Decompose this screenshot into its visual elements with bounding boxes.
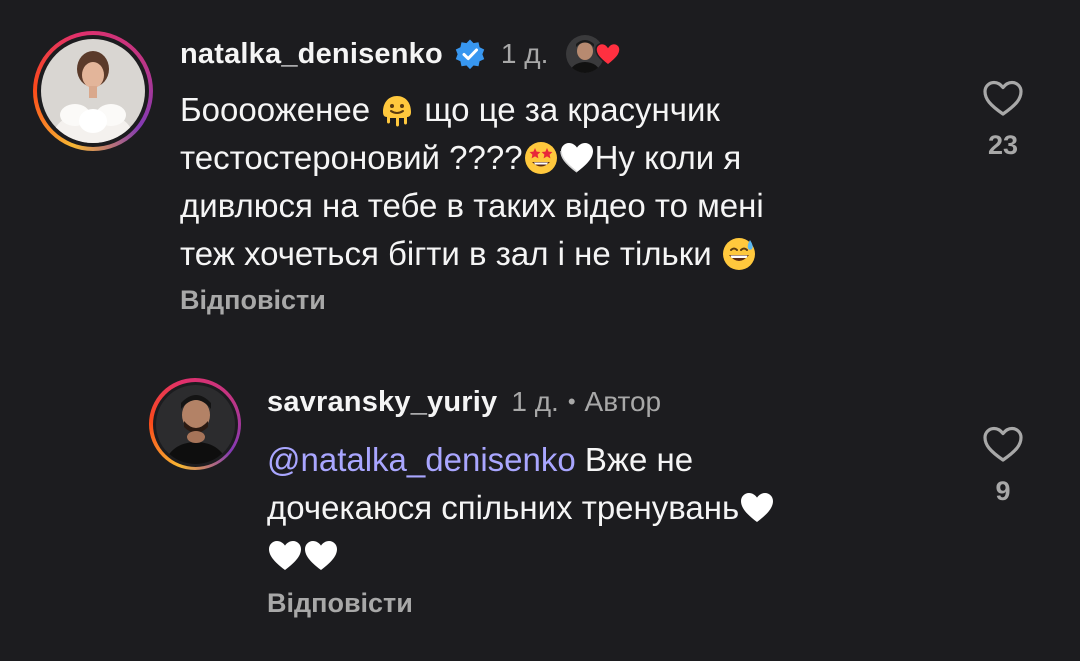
avatar[interactable]: [155, 384, 235, 464]
heart-outline-icon[interactable]: [981, 78, 1025, 118]
verified-badge-icon: [453, 37, 487, 71]
star-struck-icon: [523, 140, 559, 176]
melting-face-icon: [379, 92, 415, 128]
avatar-story-ring[interactable]: [149, 378, 241, 470]
reply-comment: savransky_yuriy 1 д. • Автор @natalka_de…: [0, 370, 1080, 661]
avatar-story-ring[interactable]: [33, 31, 153, 151]
separator-dot: •: [567, 389, 576, 414]
comment-time: 1 д.: [500, 38, 549, 69]
grinning-sweat-icon: [721, 236, 757, 272]
like-count: 23: [987, 130, 1019, 160]
avatar[interactable]: [41, 39, 145, 143]
heart-outline-icon[interactable]: [981, 424, 1025, 464]
white-heart-icon: [303, 538, 339, 574]
author-tag: Автор: [584, 386, 662, 417]
mention-link[interactable]: @natalka_denisenko: [267, 441, 576, 478]
reply-button[interactable]: Відповісти: [267, 588, 413, 619]
white-heart-icon: [739, 490, 775, 526]
heart-icon: [594, 41, 622, 67]
comment-text: Бооооженее що це за красунчик тестостеро…: [180, 91, 764, 272]
reply-button[interactable]: Відповісти: [180, 285, 326, 316]
liked-by-author: [566, 33, 626, 75]
white-heart-icon: [267, 538, 303, 574]
comment-text: @natalka_denisenko Вже не дочекаюся спіл…: [267, 436, 907, 580]
username[interactable]: savransky_yuriy: [267, 386, 497, 419]
comment-time: 1 д.: [511, 386, 559, 417]
comment: natalka_denisenko 1 д. Бооооженее що це …: [0, 0, 1080, 340]
white-heart-icon: [559, 140, 595, 176]
username[interactable]: natalka_denisenko: [180, 38, 443, 71]
like-count: 9: [995, 476, 1011, 506]
